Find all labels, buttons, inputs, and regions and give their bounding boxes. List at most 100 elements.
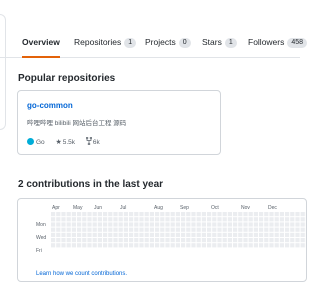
contribution-day-cell[interactable] bbox=[160, 212, 165, 217]
contribution-day-cell[interactable] bbox=[233, 238, 238, 243]
contribution-day-cell[interactable] bbox=[274, 212, 279, 217]
contribution-day-cell[interactable] bbox=[217, 227, 222, 232]
contribution-day-cell[interactable] bbox=[181, 222, 186, 227]
contribution-day-cell[interactable] bbox=[56, 232, 61, 237]
contribution-day-cell[interactable] bbox=[217, 217, 222, 222]
contribution-day-cell[interactable] bbox=[134, 212, 139, 217]
contribution-day-cell[interactable] bbox=[186, 232, 191, 237]
contribution-day-cell[interactable] bbox=[103, 238, 108, 243]
contribution-day-cell[interactable] bbox=[227, 243, 232, 248]
contribution-day-cell[interactable] bbox=[186, 227, 191, 232]
contribution-day-cell[interactable] bbox=[92, 212, 97, 217]
contribution-day-cell[interactable] bbox=[253, 243, 258, 248]
contribution-day-cell[interactable] bbox=[144, 232, 149, 237]
contribution-day-cell[interactable] bbox=[243, 243, 248, 248]
contribution-day-cell[interactable] bbox=[207, 217, 212, 222]
contribution-day-cell[interactable] bbox=[222, 222, 227, 227]
contribution-day-cell[interactable] bbox=[196, 217, 201, 222]
contribution-day-cell[interactable] bbox=[186, 243, 191, 248]
contribution-day-cell[interactable] bbox=[300, 222, 305, 227]
contribution-day-cell[interactable] bbox=[170, 217, 175, 222]
contribution-day-cell[interactable] bbox=[191, 232, 196, 237]
contribution-day-cell[interactable] bbox=[113, 217, 118, 222]
contribution-day-cell[interactable] bbox=[217, 232, 222, 237]
contribution-day-cell[interactable] bbox=[175, 238, 180, 243]
contribution-day-cell[interactable] bbox=[217, 212, 222, 217]
contribution-day-cell[interactable] bbox=[144, 222, 149, 227]
contribution-day-cell[interactable] bbox=[77, 217, 82, 222]
contribution-day-cell[interactable] bbox=[274, 243, 279, 248]
contribution-day-cell[interactable] bbox=[97, 222, 102, 227]
repo-name-link[interactable]: go-common bbox=[27, 101, 73, 110]
contribution-day-cell[interactable] bbox=[139, 232, 144, 237]
contribution-day-cell[interactable] bbox=[222, 212, 227, 217]
contribution-day-cell[interactable] bbox=[264, 232, 269, 237]
contribution-day-cell[interactable] bbox=[217, 238, 222, 243]
contribution-day-cell[interactable] bbox=[108, 238, 113, 243]
contribution-day-cell[interactable] bbox=[118, 222, 123, 227]
contribution-day-cell[interactable] bbox=[295, 222, 300, 227]
contribution-day-cell[interactable] bbox=[300, 212, 305, 217]
contribution-day-cell[interactable] bbox=[61, 243, 66, 248]
contribution-day-cell[interactable] bbox=[300, 243, 305, 248]
contribution-day-cell[interactable] bbox=[56, 222, 61, 227]
contribution-day-cell[interactable] bbox=[238, 212, 243, 217]
contribution-day-cell[interactable] bbox=[196, 238, 201, 243]
contribution-day-cell[interactable] bbox=[77, 238, 82, 243]
contribution-day-cell[interactable] bbox=[113, 227, 118, 232]
contribution-day-cell[interactable] bbox=[71, 212, 76, 217]
contribution-day-cell[interactable] bbox=[227, 222, 232, 227]
contribution-day-cell[interactable] bbox=[285, 222, 290, 227]
contribution-day-cell[interactable] bbox=[233, 222, 238, 227]
contribution-day-cell[interactable] bbox=[279, 227, 284, 232]
contribution-day-cell[interactable] bbox=[92, 243, 97, 248]
contribution-day-cell[interactable] bbox=[243, 238, 248, 243]
contribution-day-cell[interactable] bbox=[170, 243, 175, 248]
contribution-day-cell[interactable] bbox=[149, 227, 154, 232]
contribution-day-cell[interactable] bbox=[227, 212, 232, 217]
contribution-day-cell[interactable] bbox=[61, 227, 66, 232]
contribution-day-cell[interactable] bbox=[97, 238, 102, 243]
contribution-day-cell[interactable] bbox=[87, 238, 92, 243]
contribution-day-cell[interactable] bbox=[66, 212, 71, 217]
contribution-day-cell[interactable] bbox=[87, 227, 92, 232]
contribution-day-cell[interactable] bbox=[233, 243, 238, 248]
contribution-day-cell[interactable] bbox=[113, 222, 118, 227]
contribution-day-cell[interactable] bbox=[139, 243, 144, 248]
contribution-day-cell[interactable] bbox=[87, 217, 92, 222]
contribution-day-cell[interactable] bbox=[207, 243, 212, 248]
contribution-day-cell[interactable] bbox=[212, 238, 217, 243]
contribution-day-cell[interactable] bbox=[259, 222, 264, 227]
contribution-day-cell[interactable] bbox=[269, 232, 274, 237]
contribution-day-cell[interactable] bbox=[191, 222, 196, 227]
contribution-day-cell[interactable] bbox=[87, 222, 92, 227]
contribution-day-cell[interactable] bbox=[274, 232, 279, 237]
contribution-day-cell[interactable] bbox=[248, 232, 253, 237]
contribution-day-cell[interactable] bbox=[77, 222, 82, 227]
contribution-day-cell[interactable] bbox=[155, 227, 160, 232]
contribution-day-cell[interactable] bbox=[144, 212, 149, 217]
contribution-day-cell[interactable] bbox=[66, 238, 71, 243]
contribution-day-cell[interactable] bbox=[264, 217, 269, 222]
contribution-day-cell[interactable] bbox=[212, 243, 217, 248]
contribution-day-cell[interactable] bbox=[238, 227, 243, 232]
contribution-day-cell[interactable] bbox=[129, 232, 134, 237]
contribution-day-cell[interactable] bbox=[191, 217, 196, 222]
contribution-day-cell[interactable] bbox=[264, 227, 269, 232]
contribution-day-cell[interactable] bbox=[295, 227, 300, 232]
contribution-day-cell[interactable] bbox=[212, 227, 217, 232]
contribution-day-cell[interactable] bbox=[129, 217, 134, 222]
contribution-day-cell[interactable] bbox=[300, 232, 305, 237]
contribution-day-cell[interactable] bbox=[285, 238, 290, 243]
contribution-day-cell[interactable] bbox=[201, 217, 206, 222]
contribution-day-cell[interactable] bbox=[160, 217, 165, 222]
contribution-day-cell[interactable] bbox=[129, 212, 134, 217]
contribution-day-cell[interactable] bbox=[279, 232, 284, 237]
contribution-day-cell[interactable] bbox=[259, 227, 264, 232]
contribution-day-cell[interactable] bbox=[123, 227, 128, 232]
contribution-day-cell[interactable] bbox=[66, 232, 71, 237]
tab-projects[interactable]: Projects 0 bbox=[145, 36, 191, 58]
contribution-day-cell[interactable] bbox=[227, 232, 232, 237]
contribution-day-cell[interactable] bbox=[123, 243, 128, 248]
contribution-day-cell[interactable] bbox=[144, 243, 149, 248]
